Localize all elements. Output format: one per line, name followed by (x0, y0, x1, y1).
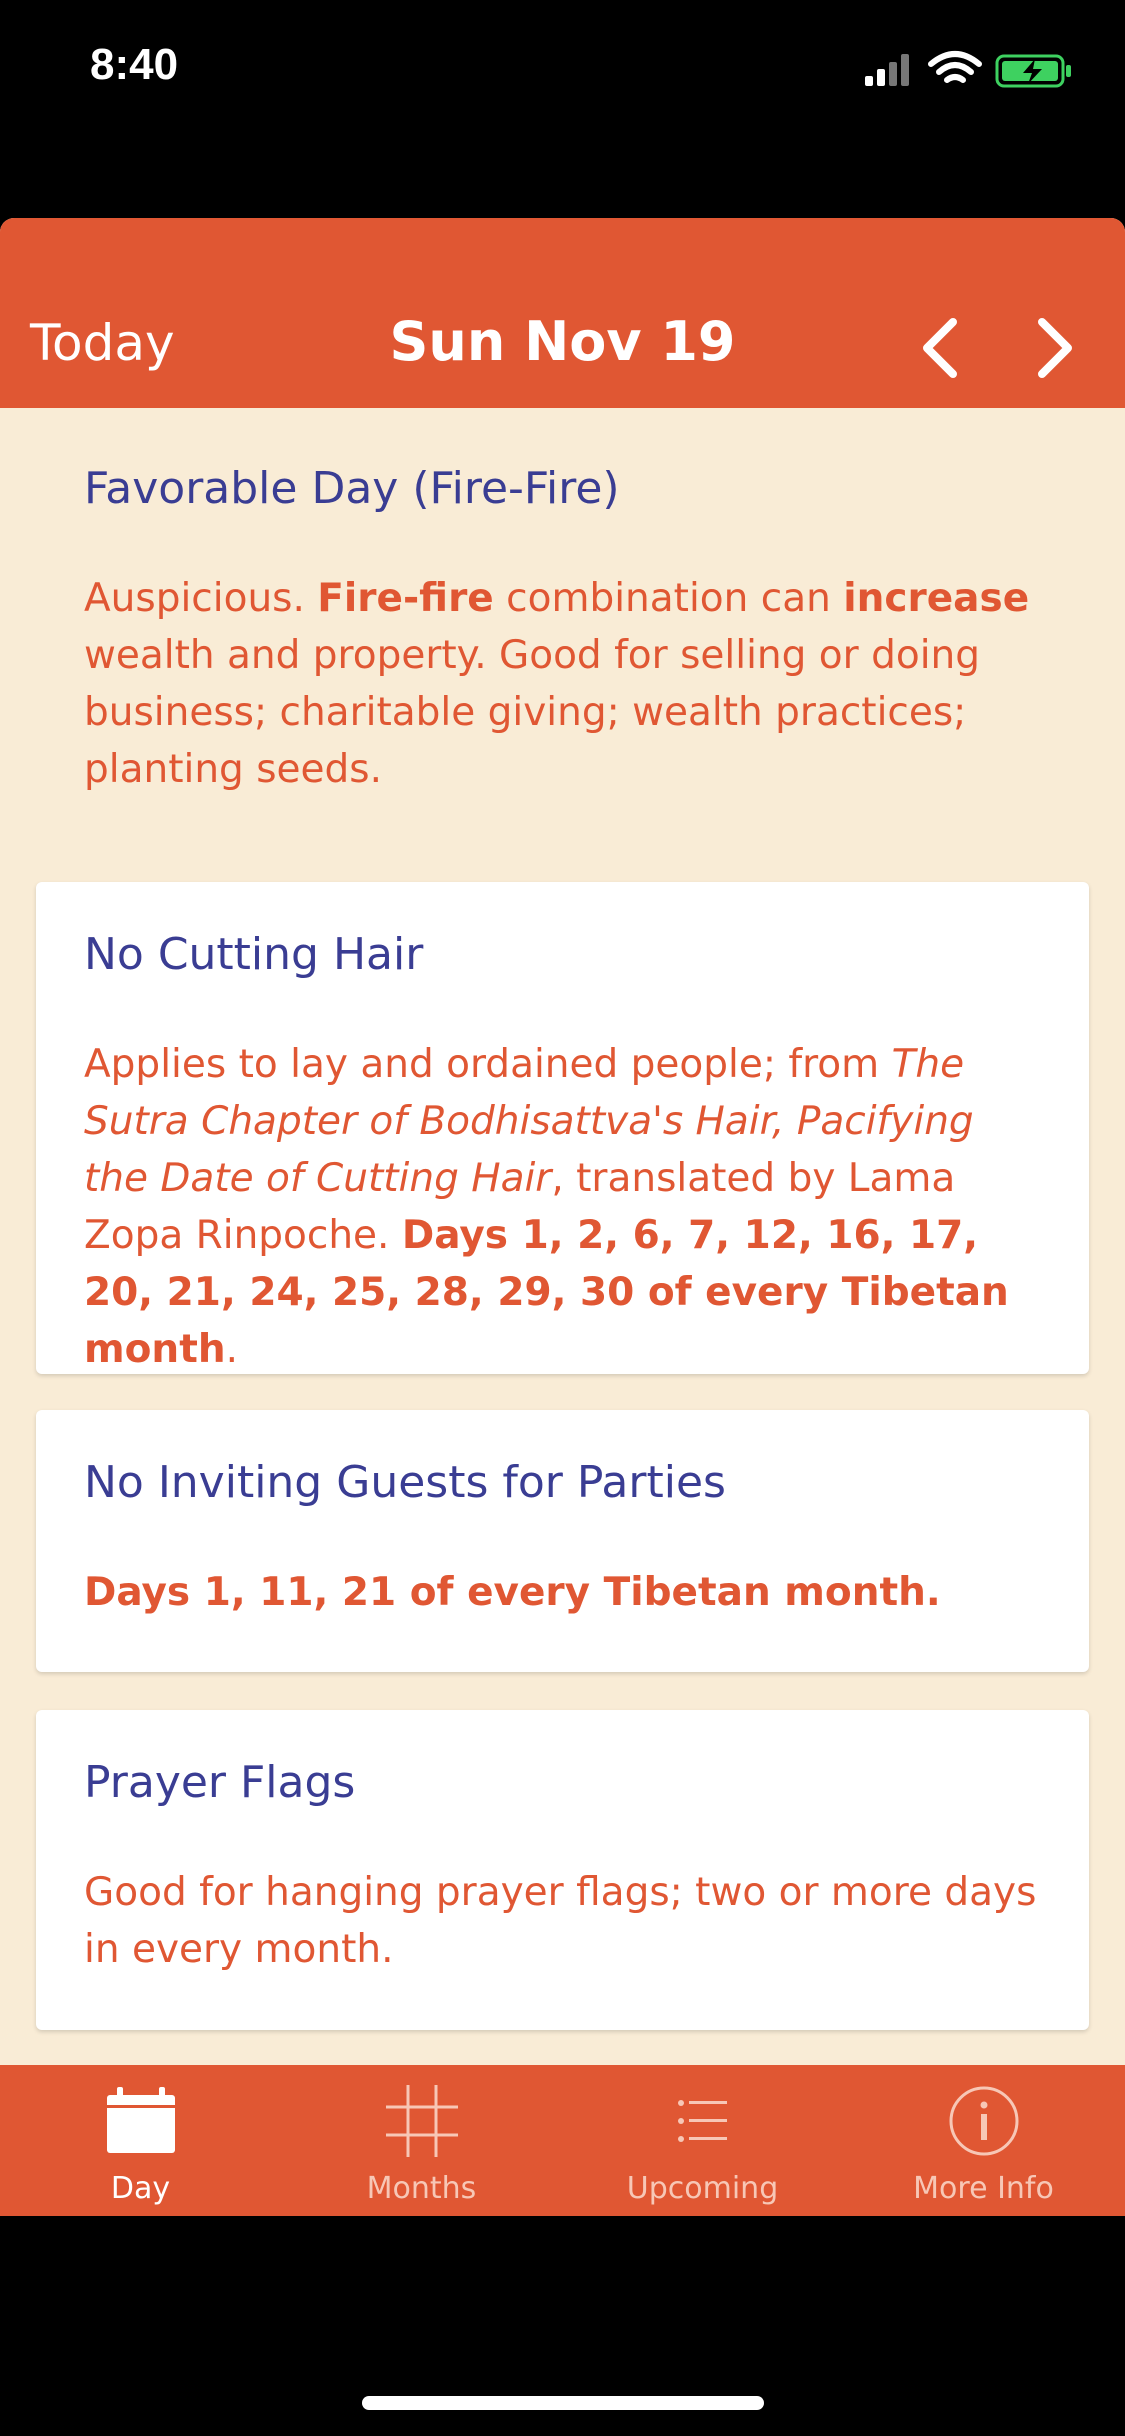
day-content: Favorable Day (Fire-Fire) Auspicious. Fi… (0, 408, 1125, 2216)
app-screen: Today Sun Nov 19 Favorable Day (Fire-Fir… (0, 218, 1125, 2216)
wifi-icon (928, 51, 982, 83)
status-time: 8:40 (90, 40, 179, 89)
today-button[interactable]: Today (30, 314, 175, 372)
battery-icon (995, 54, 1071, 88)
grid-icon (386, 2085, 458, 2157)
no-inviting-guests-card[interactable]: No Inviting Guests for Parties Days 1, 1… (36, 1410, 1089, 1672)
no-cutting-hair-card[interactable]: No Cutting Hair Applies to lay and ordai… (36, 882, 1089, 1374)
tab-label: Months (366, 2171, 477, 2206)
prayer-flags-card[interactable]: Prayer Flags Good for hanging prayer fla… (36, 1710, 1089, 2030)
chevron-right-icon[interactable] (1020, 308, 1090, 388)
card-body: Applies to lay and ordained people; from… (84, 1042, 1009, 1372)
card-body: Good for hanging prayer flags; two or mo… (84, 1870, 1037, 1972)
calendar-icon (107, 2087, 175, 2153)
tab-months[interactable]: Months (281, 2065, 562, 2216)
navigation-bar: Today Sun Nov 19 (0, 218, 1125, 408)
list-icon (678, 2100, 727, 2142)
status-bar: 8:40 (0, 0, 1125, 140)
card-title: Prayer Flags (84, 1757, 356, 1808)
tab-upcoming[interactable]: Upcoming (562, 2065, 843, 2216)
tab-label: Upcoming (626, 2171, 779, 2206)
tab-label: More Info (913, 2171, 1054, 2206)
cellular-signal-icon (865, 54, 909, 86)
tab-day[interactable]: Day (0, 2065, 281, 2216)
card-title: No Cutting Hair (84, 929, 424, 980)
home-indicator[interactable] (362, 2396, 764, 2410)
tab-label: Day (110, 2171, 171, 2206)
tab-more-info[interactable]: More Info (843, 2065, 1124, 2216)
info-icon (949, 2086, 1019, 2156)
tab-bar: Day Months Upcoming More Info (0, 2065, 1125, 2216)
chevron-left-icon[interactable] (905, 308, 975, 388)
favorable-day-body: Auspicious. Fire-fire combination can in… (84, 576, 1030, 792)
card-title: No Inviting Guests for Parties (84, 1457, 726, 1508)
card-body: Days 1, 11, 21 of every Tibetan month. (84, 1570, 941, 1615)
favorable-day-section: Favorable Day (Fire-Fire) Auspicious. Fi… (84, 460, 1044, 798)
favorable-day-title: Favorable Day (Fire-Fire) (84, 463, 620, 514)
status-icons (865, 51, 1071, 88)
